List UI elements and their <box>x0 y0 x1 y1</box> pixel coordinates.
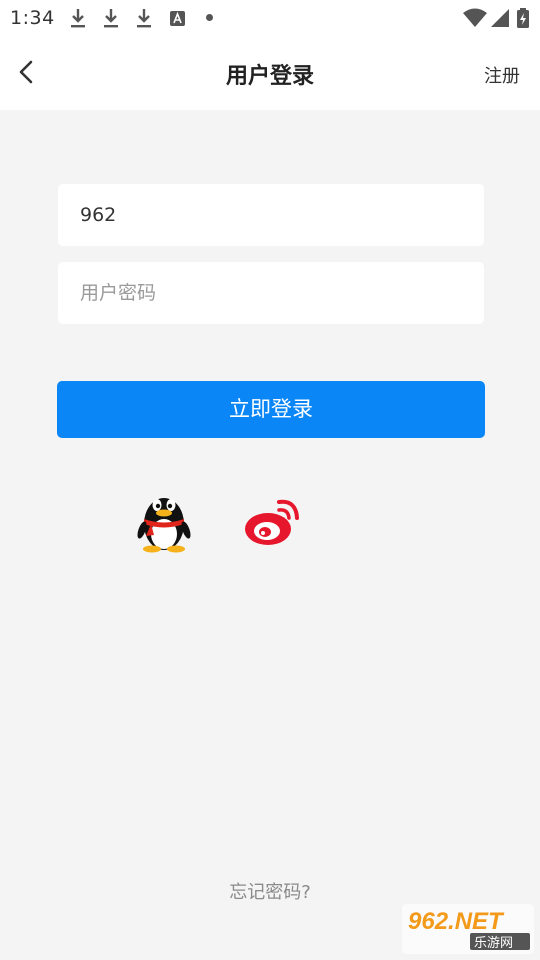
download-icon <box>104 9 118 28</box>
dot-icon <box>206 14 213 21</box>
forgot-password-link[interactable]: 忘记密码? <box>0 878 540 904</box>
signal-icon <box>491 9 509 27</box>
battery-charging-icon <box>517 8 529 28</box>
page-title: 用户登录 <box>225 64 314 89</box>
status-time: 1:34 <box>10 7 55 29</box>
password-field[interactable]: 用户密码 <box>58 262 484 324</box>
svg-text:乐游网: 乐游网 <box>474 936 513 951</box>
qq-icon[interactable] <box>133 486 195 554</box>
font-icon <box>170 11 185 26</box>
login-button[interactable]: 立即登录 <box>57 381 485 438</box>
watermark-logo: 962.NET 乐游网 <box>402 904 534 954</box>
username-field[interactable]: 962 <box>58 184 484 246</box>
wifi-icon <box>463 8 487 27</box>
download-icon <box>71 9 85 28</box>
status-bar: 1:34 <box>0 0 540 36</box>
svg-text:962.NET: 962.NET <box>408 908 505 935</box>
weibo-icon[interactable] <box>241 486 303 554</box>
download-icon <box>137 9 151 28</box>
register-link[interactable]: 注册 <box>484 62 520 88</box>
app-header: 用户登录 注册 <box>0 36 540 110</box>
